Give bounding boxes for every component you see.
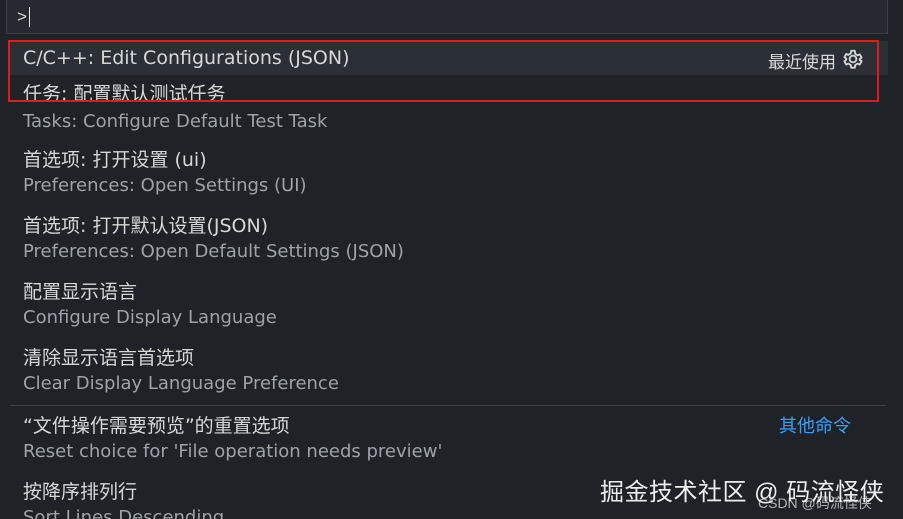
command-item-detail: Sort Lines Descending: [23, 507, 225, 519]
command-item-detail: Preferences: Open Default Settings (JSON…: [23, 241, 404, 262]
command-item-detail: Tasks: Configure Default Test Task: [23, 111, 328, 132]
command-item-configure-display-language[interactable]: 配置显示语言 Configure Display Language: [10, 273, 888, 337]
command-item-label: 首选项: 打开默认设置(JSON): [23, 215, 269, 237]
gear-icon[interactable]: [842, 48, 864, 70]
other-commands-link[interactable]: 其他命令: [779, 412, 851, 438]
command-item-clear-display-language-preference[interactable]: 清除显示语言首选项 Clear Display Language Prefere…: [10, 339, 888, 403]
command-item-open-settings-ui[interactable]: 首选项: 打开设置 (ui) Preferences: Open Setting…: [10, 141, 888, 205]
command-item-label: “文件操作需要预览”的重置选项: [23, 415, 290, 437]
command-palette-input[interactable]: [17, 6, 877, 28]
command-item-configure-default-test-task[interactable]: 任务: 配置默认测试任务 Tasks: Configure Default Te…: [10, 75, 888, 139]
command-item-detail: Preferences: Open Settings (UI): [23, 175, 307, 196]
command-item-label: 按降序排列行: [23, 481, 138, 503]
command-item-label: 任务: 配置默认测试任务: [23, 83, 226, 105]
command-item-detail: Clear Display Language Preference: [23, 373, 339, 394]
command-list: C/C++: Edit Configurations (JSON) 最近使用 任…: [0, 41, 903, 519]
command-item-reset-file-operation-preview[interactable]: “文件操作需要预览”的重置选项 Reset choice for 'File o…: [10, 407, 888, 471]
command-item-detail: Reset choice for 'File operation needs p…: [23, 441, 443, 462]
command-item-label: C/C++: Edit Configurations (JSON): [23, 47, 350, 69]
command-item-label: 配置显示语言: [23, 281, 138, 303]
recently-used-tag: 最近使用: [768, 53, 836, 73]
command-item-open-default-settings-json[interactable]: 首选项: 打开默认设置(JSON) Preferences: Open Defa…: [10, 207, 888, 271]
command-item-label: 首选项: 打开设置 (ui): [23, 149, 207, 171]
command-palette-input-container: [6, 0, 888, 34]
command-item-label: 清除显示语言首选项: [23, 347, 195, 369]
command-item-detail: Configure Display Language: [23, 307, 277, 328]
watermark-sub: CSDN @码流怪侠: [758, 495, 872, 511]
command-item-edit-configurations[interactable]: C/C++: Edit Configurations (JSON) 最近使用: [10, 41, 888, 75]
command-palette-window: C/C++: Edit Configurations (JSON) 最近使用 任…: [0, 0, 903, 519]
divider: [10, 405, 886, 406]
text-caret: [29, 7, 30, 27]
